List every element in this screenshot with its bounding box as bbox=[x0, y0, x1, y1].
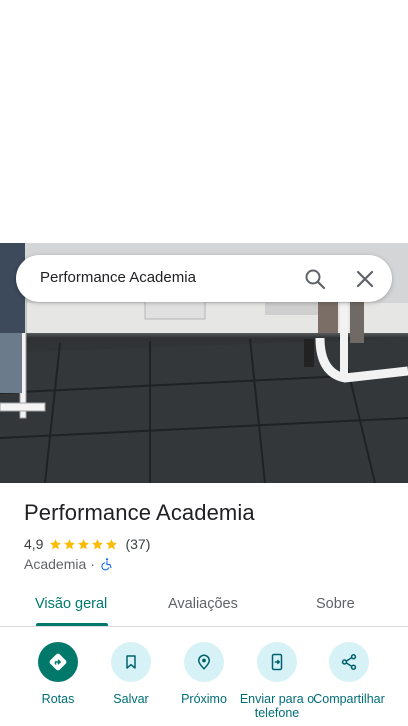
nearby-label: Próximo bbox=[181, 692, 227, 706]
star-icon bbox=[64, 538, 76, 549]
send-to-phone-label: Enviar para o telefone bbox=[239, 692, 315, 720]
action-bar: Rotas Salvar Próximo Enviar para o telef… bbox=[0, 640, 408, 726]
category-row: Academia · bbox=[24, 556, 114, 572]
map-area[interactable] bbox=[0, 0, 408, 243]
directions-label: Rotas bbox=[41, 692, 75, 706]
bookmark-icon bbox=[111, 642, 151, 682]
tab-bar: Visão geral Avaliações Sobre bbox=[0, 585, 408, 627]
star-icon bbox=[50, 538, 62, 549]
tab-reviews[interactable]: Avaliações bbox=[168, 596, 238, 612]
rating-stars bbox=[49, 538, 119, 551]
share-button[interactable]: Compartilhar bbox=[309, 640, 389, 720]
save-button[interactable]: Salvar bbox=[91, 640, 171, 706]
category-separator: · bbox=[90, 556, 95, 572]
share-icon bbox=[329, 642, 369, 682]
active-tab-indicator bbox=[36, 623, 108, 626]
nearby-button[interactable]: Próximo bbox=[164, 640, 244, 706]
share-label: Compartilhar bbox=[313, 692, 385, 706]
star-icon bbox=[92, 538, 104, 549]
category-label: Academia bbox=[24, 556, 87, 572]
wheelchair-icon bbox=[100, 557, 114, 571]
rating-value: 4,9 bbox=[24, 536, 44, 552]
close-icon[interactable] bbox=[353, 267, 377, 291]
directions-icon bbox=[38, 642, 78, 682]
rating-row[interactable]: 4,9 (37) bbox=[24, 536, 150, 552]
star-icon bbox=[106, 538, 118, 549]
tab-overview[interactable]: Visão geral bbox=[35, 596, 107, 612]
place-title: Performance Academia bbox=[24, 500, 255, 525]
review-count: (37) bbox=[125, 536, 151, 552]
star-icon bbox=[78, 538, 90, 549]
search-bar[interactable]: Performance Academia bbox=[16, 255, 392, 302]
send-to-phone-button[interactable]: Enviar para o telefone bbox=[237, 640, 317, 720]
search-input[interactable]: Performance Academia bbox=[40, 269, 196, 286]
tab-about[interactable]: Sobre bbox=[316, 596, 355, 612]
directions-button[interactable]: Rotas bbox=[18, 640, 98, 706]
send-to-phone-icon bbox=[257, 642, 297, 682]
nearby-icon bbox=[184, 642, 224, 682]
search-icon[interactable] bbox=[303, 267, 327, 291]
save-label: Salvar bbox=[113, 692, 149, 706]
